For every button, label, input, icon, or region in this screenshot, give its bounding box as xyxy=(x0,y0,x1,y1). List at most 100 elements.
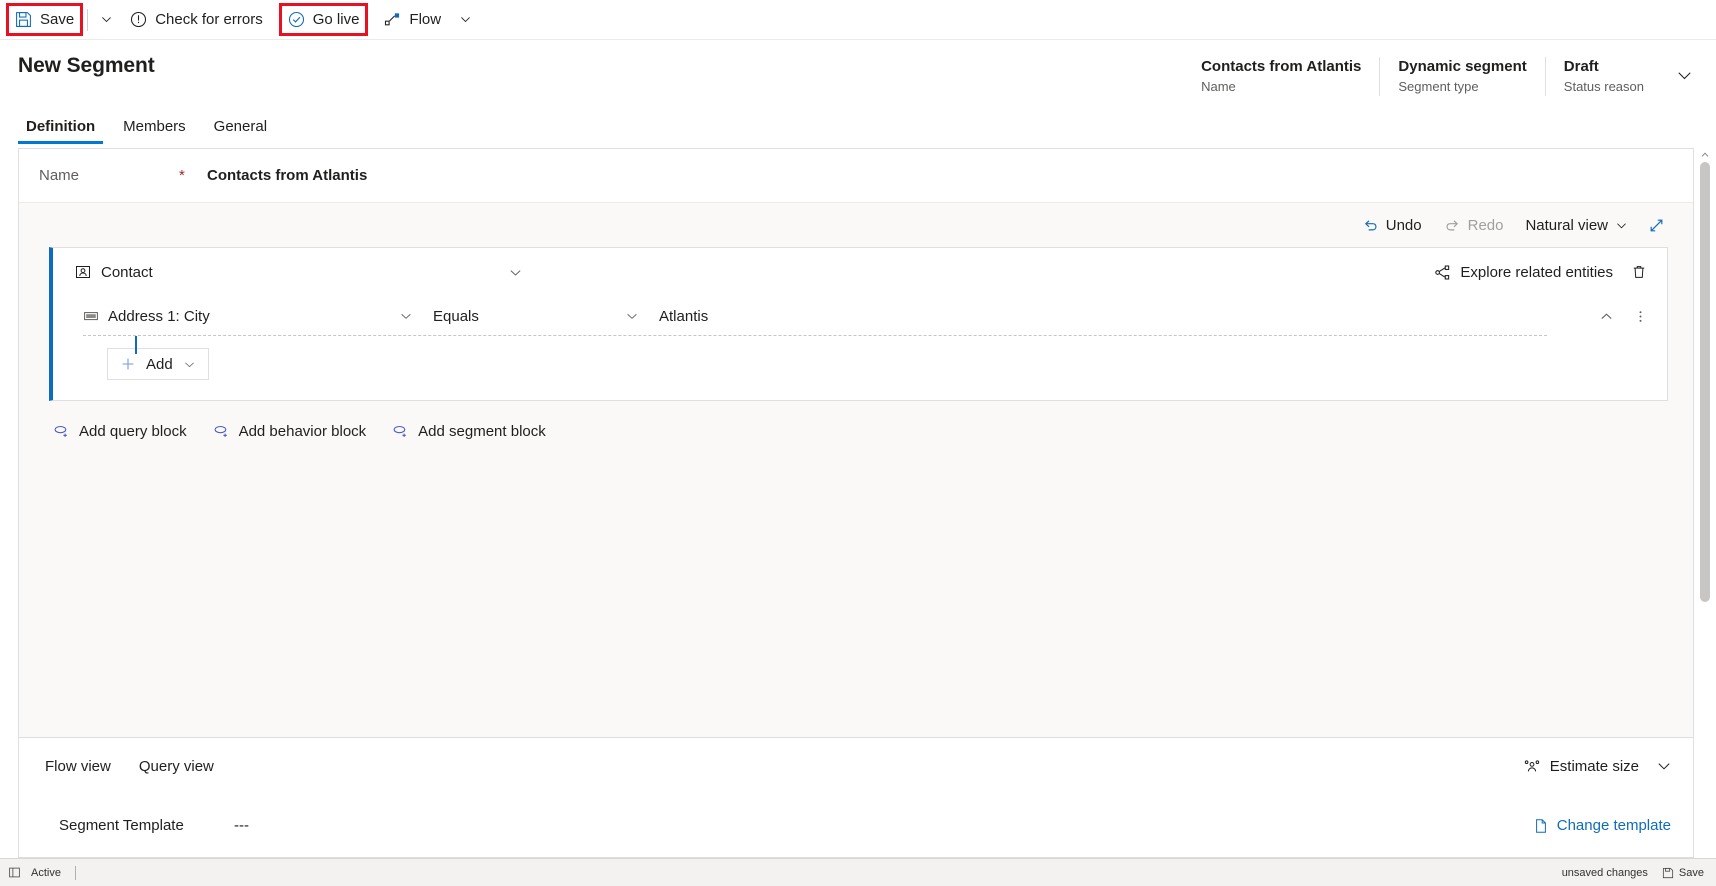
condition-value[interactable]: Atlantis xyxy=(645,308,708,325)
undo-button[interactable]: Undo xyxy=(1353,213,1431,238)
flow-dropdown-caret[interactable] xyxy=(451,4,479,36)
scrollbar-up-arrow[interactable] xyxy=(1698,148,1712,162)
estimate-size-label: Estimate size xyxy=(1549,757,1639,775)
footer-view-row: Flow view Query view Estimate size xyxy=(19,738,1693,794)
chevron-down-icon xyxy=(625,309,639,323)
condition-connector-tick xyxy=(135,336,137,354)
command-bar-divider-1 xyxy=(87,8,89,31)
save-button[interactable]: Save xyxy=(6,3,84,36)
designer-empty-space xyxy=(19,440,1693,737)
chevron-down-icon xyxy=(399,309,413,323)
chevron-down-icon xyxy=(1676,67,1693,84)
query-block: Contact Explore related entities Address… xyxy=(49,247,1668,401)
panel-expand-icon[interactable] xyxy=(8,866,21,879)
add-query-block-link[interactable]: Add query block xyxy=(53,423,187,440)
page-header: New Segment Contacts from Atlantis Name … xyxy=(0,40,1716,106)
required-indicator: * xyxy=(179,167,185,184)
expand-diagonal-icon xyxy=(1648,217,1665,234)
name-field-value[interactable]: Contacts from Atlantis xyxy=(207,167,367,184)
query-block-header: Contact Explore related entities xyxy=(53,248,1667,296)
add-condition-area: Add xyxy=(53,336,1667,400)
tab-general[interactable]: General xyxy=(206,118,275,144)
flow-button[interactable]: Flow xyxy=(374,4,451,36)
go-live-button[interactable]: Go live xyxy=(278,3,369,36)
segment-designer: Undo Redo Natural view Contact Explore r… xyxy=(19,203,1693,737)
header-field-name: Contacts from Atlantis Name xyxy=(1183,57,1379,96)
segment-template-value: --- xyxy=(234,817,249,834)
add-behavior-block-link[interactable]: Add behavior block xyxy=(213,423,366,440)
condition-attribute-caret[interactable] xyxy=(393,303,419,329)
go-live-label: Go live xyxy=(312,11,360,28)
add-query-block-label: Add query block xyxy=(79,423,187,440)
add-segment-block-label: Add segment block xyxy=(418,423,546,440)
chevron-down-icon xyxy=(100,13,113,26)
flow-view-label: Flow view xyxy=(45,757,111,775)
condition-operator-label: Equals xyxy=(433,307,479,325)
footer-collapse-button[interactable] xyxy=(1649,751,1679,781)
view-mode-button[interactable]: Natural view xyxy=(1516,213,1637,238)
more-vertical-icon xyxy=(1633,309,1648,324)
condition-attribute[interactable]: Address 1: City xyxy=(83,308,393,325)
tab-general-label: General xyxy=(213,118,268,135)
flow-icon xyxy=(384,11,401,28)
add-block-icon xyxy=(213,423,230,440)
header-field-status-reason-value: Draft xyxy=(1563,58,1599,75)
add-block-icon xyxy=(392,423,409,440)
condition-divider xyxy=(83,335,1547,336)
tab-members-label: Members xyxy=(123,118,186,135)
status-save-button[interactable]: Save xyxy=(1662,867,1704,879)
condition-more-button[interactable] xyxy=(1627,303,1653,329)
footer-actions: Estimate size xyxy=(1515,751,1679,781)
redo-button[interactable]: Redo xyxy=(1435,213,1513,238)
save-dropdown-caret[interactable] xyxy=(92,4,120,36)
status-bar-divider xyxy=(74,865,76,880)
delete-block-button[interactable] xyxy=(1625,258,1653,286)
add-segment-block-link[interactable]: Add segment block xyxy=(392,423,546,440)
tab-definition[interactable]: Definition xyxy=(18,118,104,144)
query-view-tab[interactable]: Query view xyxy=(139,758,214,775)
chevron-down-icon xyxy=(1615,219,1628,232)
condition-attribute-label: Address 1: City xyxy=(108,307,210,325)
chevron-down-icon xyxy=(508,265,523,280)
plus-icon xyxy=(120,356,136,372)
flow-view-tab[interactable]: Flow view xyxy=(45,758,111,775)
save-icon xyxy=(1662,867,1674,879)
app-root: Save Check for errors Go live Flow New S… xyxy=(0,0,1716,886)
expand-designer-button[interactable] xyxy=(1641,210,1671,240)
header-field-name-value: Contacts from Atlantis xyxy=(1201,58,1362,75)
unsaved-changes-label: unsaved changes xyxy=(1561,866,1648,879)
document-icon xyxy=(1533,818,1549,834)
tab-members[interactable]: Members xyxy=(115,118,194,144)
estimate-size-button[interactable]: Estimate size xyxy=(1515,752,1647,780)
condition-value-label: Atlantis xyxy=(659,307,709,325)
vertical-scrollbar[interactable] xyxy=(1698,148,1712,858)
name-field-label: Name xyxy=(39,167,80,184)
command-bar: Save Check for errors Go live Flow xyxy=(0,0,1716,40)
header-field-status-reason: Draft Status reason xyxy=(1544,57,1662,96)
main-content-area: Name * Contacts from Atlantis Undo Redo … xyxy=(0,144,1716,858)
undo-label: Undo xyxy=(1385,216,1422,234)
explore-related-entities-label: Explore related entities xyxy=(1460,263,1613,281)
condition-operator-caret[interactable] xyxy=(619,303,645,329)
page-title: New Segment xyxy=(18,54,155,77)
add-condition-button[interactable]: Add xyxy=(107,348,209,380)
chevron-down-icon xyxy=(459,13,472,26)
add-block-icon xyxy=(53,423,70,440)
add-block-links: Add query block Add behavior block Add s… xyxy=(19,401,1693,440)
query-block-collapse-button[interactable] xyxy=(503,259,529,285)
trash-icon xyxy=(1631,264,1647,280)
header-expand-button[interactable] xyxy=(1668,59,1700,91)
people-icon xyxy=(1523,757,1541,775)
change-template-button[interactable]: Change template xyxy=(1533,817,1679,834)
condition-operator[interactable]: Equals xyxy=(419,308,619,325)
query-block-entity: Contact xyxy=(75,264,153,281)
condition-collapse-button[interactable] xyxy=(1593,303,1619,329)
query-block-entity-label: Contact xyxy=(101,263,153,281)
scrollbar-thumb[interactable] xyxy=(1700,162,1710,602)
query-view-label: Query view xyxy=(138,757,214,775)
status-save-label: Save xyxy=(1678,866,1704,879)
segment-footer-panel: Flow view Query view Estimate size Segme… xyxy=(19,737,1693,857)
check-for-errors-button[interactable]: Check for errors xyxy=(120,4,273,36)
explore-related-entities-button[interactable]: Explore related entities xyxy=(1428,260,1619,285)
text-field-icon xyxy=(83,308,99,324)
